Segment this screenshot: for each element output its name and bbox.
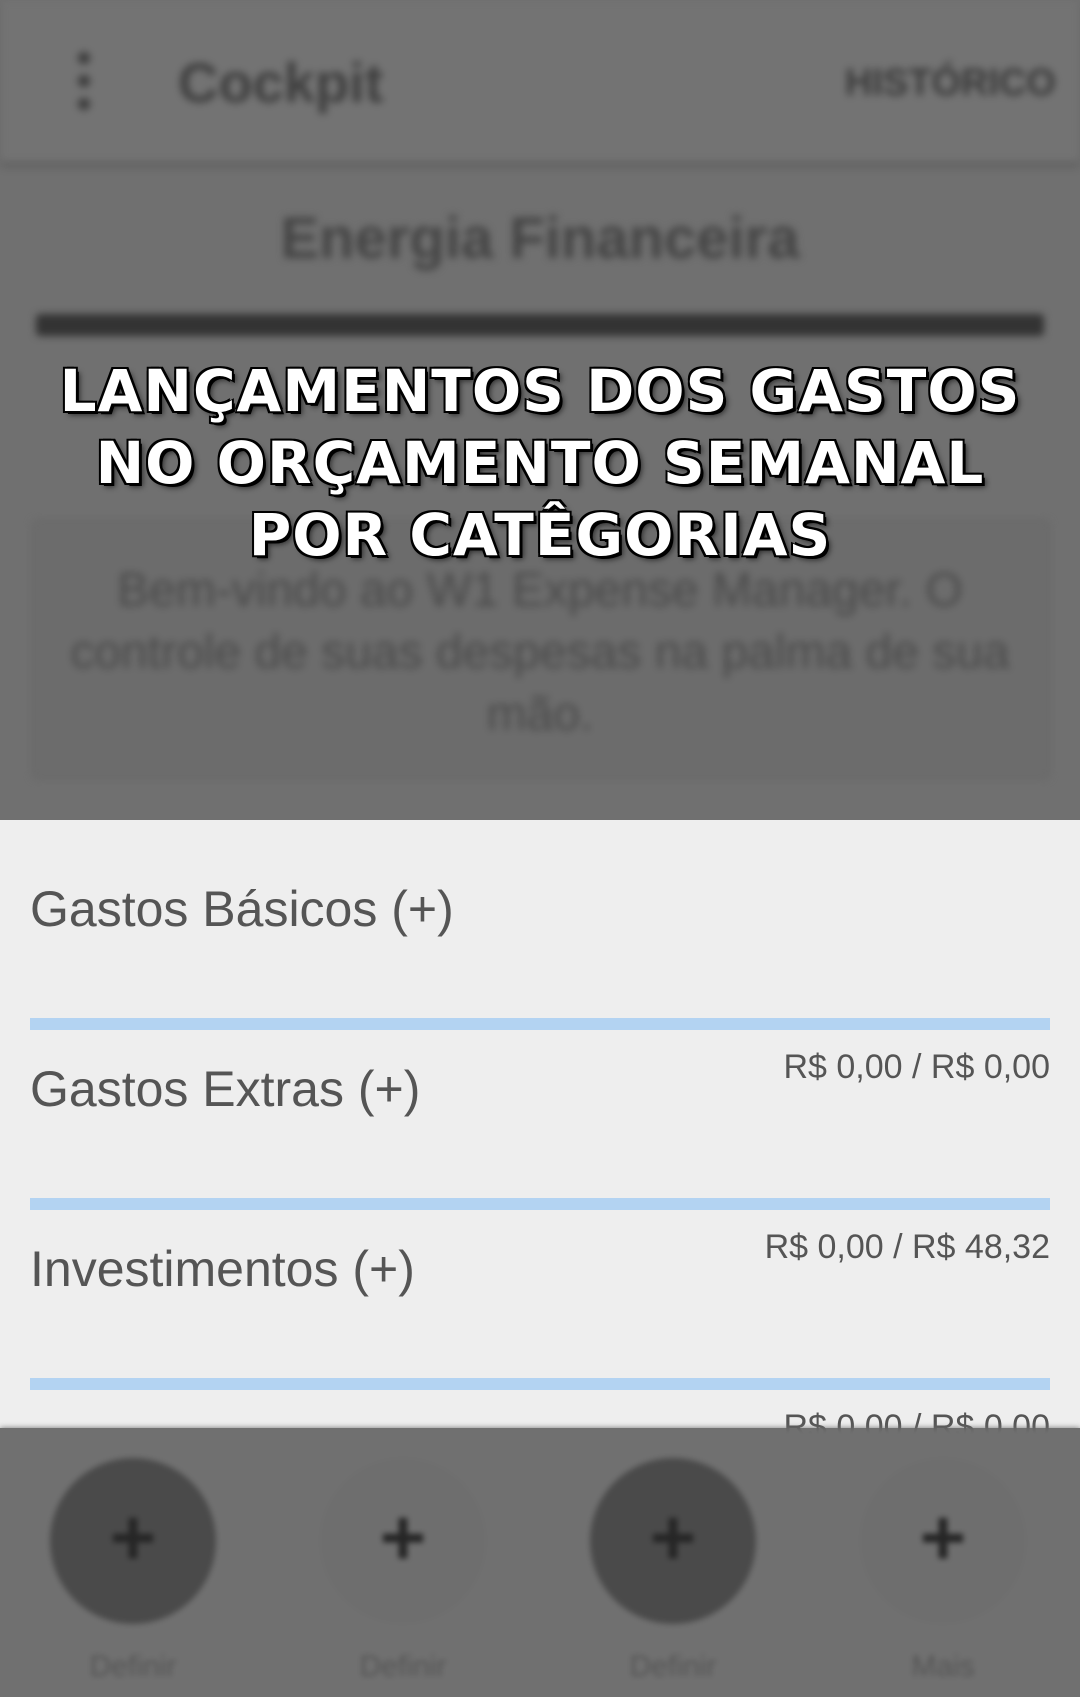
bottom-action-bar: + Definir + Definir + Definir + Mais [0, 1428, 1080, 1697]
more-button-label: Mais [911, 1650, 975, 1683]
budget-panel: Gastos Básicos (+) R$ 0,00 / R$ 0,00 Gas… [0, 820, 1080, 1446]
plus-icon: + [919, 1493, 967, 1582]
more-button[interactable]: + [860, 1458, 1026, 1624]
history-button[interactable]: HISTÓRICO [845, 62, 1056, 105]
add-button-label: Definir [89, 1650, 177, 1683]
app-title: Cockpit [178, 51, 384, 114]
add-button[interactable]: + [50, 1458, 216, 1624]
category-title[interactable]: Gastos Extras (+) [30, 1060, 420, 1118]
welcome-message: Bem-vindo ao W1 Expense Manager. O contr… [70, 564, 1010, 741]
energy-progress-bar [36, 314, 1044, 336]
caption-line: POR CATÊGORIAS [248, 501, 832, 569]
app-bar: Cockpit HISTÓRICO [0, 0, 1080, 162]
caption-line: NO ORÇAMENTO SEMANAL [95, 429, 985, 497]
section-title: Energia Financeira [280, 206, 800, 271]
plus-icon: + [649, 1493, 697, 1582]
add-button[interactable]: + [320, 1458, 486, 1624]
caption-line: LANÇAMENTOS DOS GASTOS [59, 357, 1021, 425]
category-progress-bar [30, 1018, 1050, 1030]
add-button-label: Definir [359, 1650, 447, 1683]
overflow-menu-icon[interactable] [76, 52, 92, 110]
overlay-caption: LANÇAMENTOS DOS GASTOS NO ORÇAMENTO SEMA… [0, 355, 1080, 571]
add-button-label: Definir [629, 1650, 717, 1683]
add-button[interactable]: + [590, 1458, 756, 1624]
category-progress-bar [30, 1198, 1050, 1210]
plus-icon: + [379, 1493, 427, 1582]
category-amount: R$ 0,00 / R$ 0,00 [783, 1048, 1050, 1086]
category-progress-bar [30, 1378, 1050, 1390]
plus-icon: + [109, 1493, 157, 1582]
category-amount: R$ 0,00 / R$ 48,32 [764, 1228, 1050, 1266]
category-title[interactable]: Gastos Básicos (+) [30, 880, 454, 938]
category-title[interactable]: Investimentos (+) [30, 1240, 415, 1298]
